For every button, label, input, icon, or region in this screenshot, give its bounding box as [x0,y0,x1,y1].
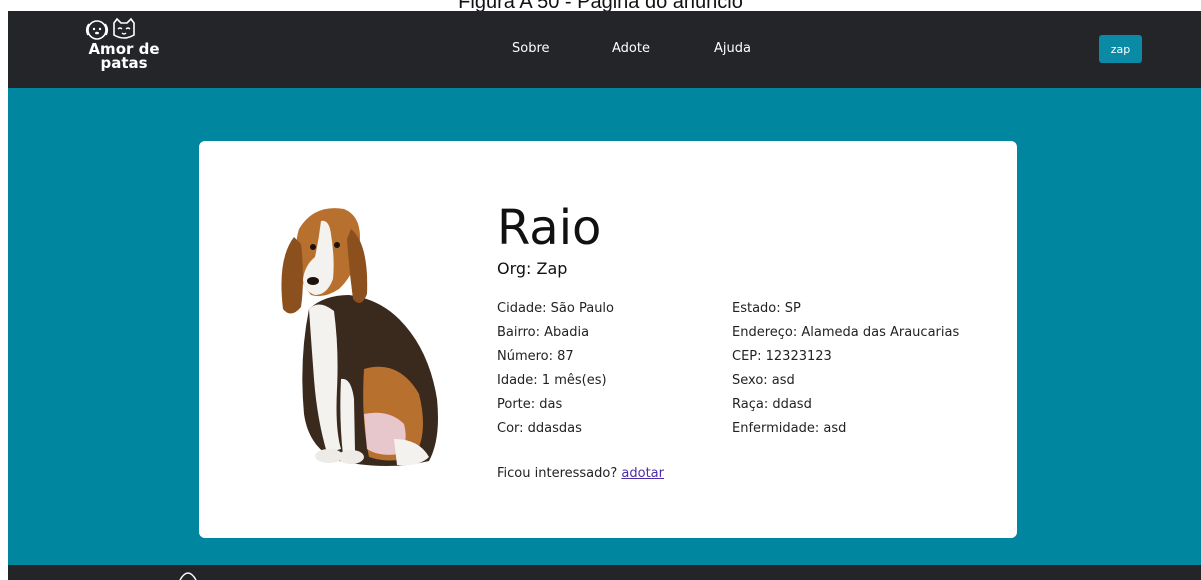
nav-link-adote[interactable]: Adote [612,41,650,56]
adopt-prompt: Ficou interessado? adotar [497,466,664,481]
brand-name: Amor de patas [84,42,164,72]
field-raca: Raça: ddasd [732,397,812,412]
field-idade: Idade: 1 mês(es) [497,373,607,388]
field-porte: Porte: das [497,397,563,412]
nav-link-sobre[interactable]: Sobre [512,41,550,56]
pet-photo [281,208,438,466]
brand-logo[interactable]: Amor de patas [82,17,172,85]
adopt-prompt-text: Ficou interessado? [497,466,618,481]
pet-name: Raio [497,200,602,256]
field-cor: Cor: ddasdas [497,421,582,436]
field-cidade: Cidade: São Paulo [497,301,614,316]
pet-organization: Org: Zap [497,259,568,278]
adopt-link[interactable]: adotar [621,466,664,481]
field-endereco: Endereço: Alameda das Araucarias [732,325,960,340]
field-cep: CEP: 12323123 [732,349,832,364]
user-account-button[interactable]: zap [1099,35,1142,63]
browser-viewport: Amor de patas Sobre Adote Ajuda zap Raio… [8,11,1201,580]
top-navbar: Amor de patas Sobre Adote Ajuda zap [8,11,1201,88]
field-sexo: Sexo: asd [732,373,795,388]
field-estado: Estado: SP [732,301,801,316]
dog-cat-logo-icon [85,17,135,40]
brand-name-line2: patas [100,54,148,72]
nav-link-ajuda[interactable]: Ajuda [714,41,751,56]
field-bairro: Bairro: Abadia [497,325,590,340]
page-footer [8,565,1201,580]
field-enfermidade: Enfermidade: asd [732,421,847,436]
footer-logo-icon [179,572,197,580]
field-numero: Número: 87 [497,349,574,364]
pet-ad-card: Raio Org: Zap Cidade: São Paulo Bairro: … [199,141,1017,538]
